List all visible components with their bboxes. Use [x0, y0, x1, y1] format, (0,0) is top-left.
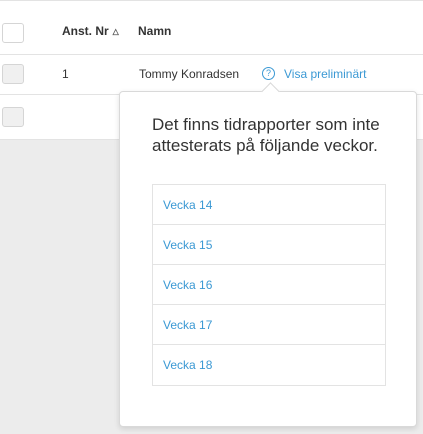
show-preliminary-link[interactable]: Visa preliminärt	[284, 67, 366, 81]
column-header-employee-no-label: Anst. Nr	[62, 24, 109, 38]
select-all-checkbox[interactable]	[2, 23, 24, 43]
sort-ascending-icon: △	[112, 27, 119, 36]
unapproved-weeks-popover: Det finns tidrapporter som inte attester…	[119, 82, 417, 427]
employee-no-cell: 1	[62, 67, 69, 81]
table-row: 1 Tommy Konradsen ? Visa preliminärt	[0, 55, 423, 95]
column-header-name[interactable]: Namn	[138, 24, 171, 38]
week-list: Vecka 14 Vecka 15 Vecka 16 Vecka 17 Veck…	[152, 184, 386, 386]
week-link-15[interactable]: Vecka 15	[153, 225, 385, 265]
week-link-16[interactable]: Vecka 16	[153, 265, 385, 305]
employee-name-cell: Tommy Konradsen	[139, 67, 240, 81]
week-link-17[interactable]: Vecka 17	[153, 305, 385, 345]
table-header-row: Anst. Nr △ Namn	[0, 0, 423, 55]
week-link-18[interactable]: Vecka 18	[153, 345, 385, 385]
question-circle-icon[interactable]: ?	[262, 67, 275, 80]
week-link-14[interactable]: Vecka 14	[153, 185, 385, 225]
row-checkbox[interactable]	[2, 107, 24, 127]
row-checkbox[interactable]	[2, 64, 24, 84]
column-header-employee-no[interactable]: Anst. Nr △	[62, 24, 119, 38]
popover-title: Det finns tidrapporter som inte attester…	[152, 115, 380, 155]
